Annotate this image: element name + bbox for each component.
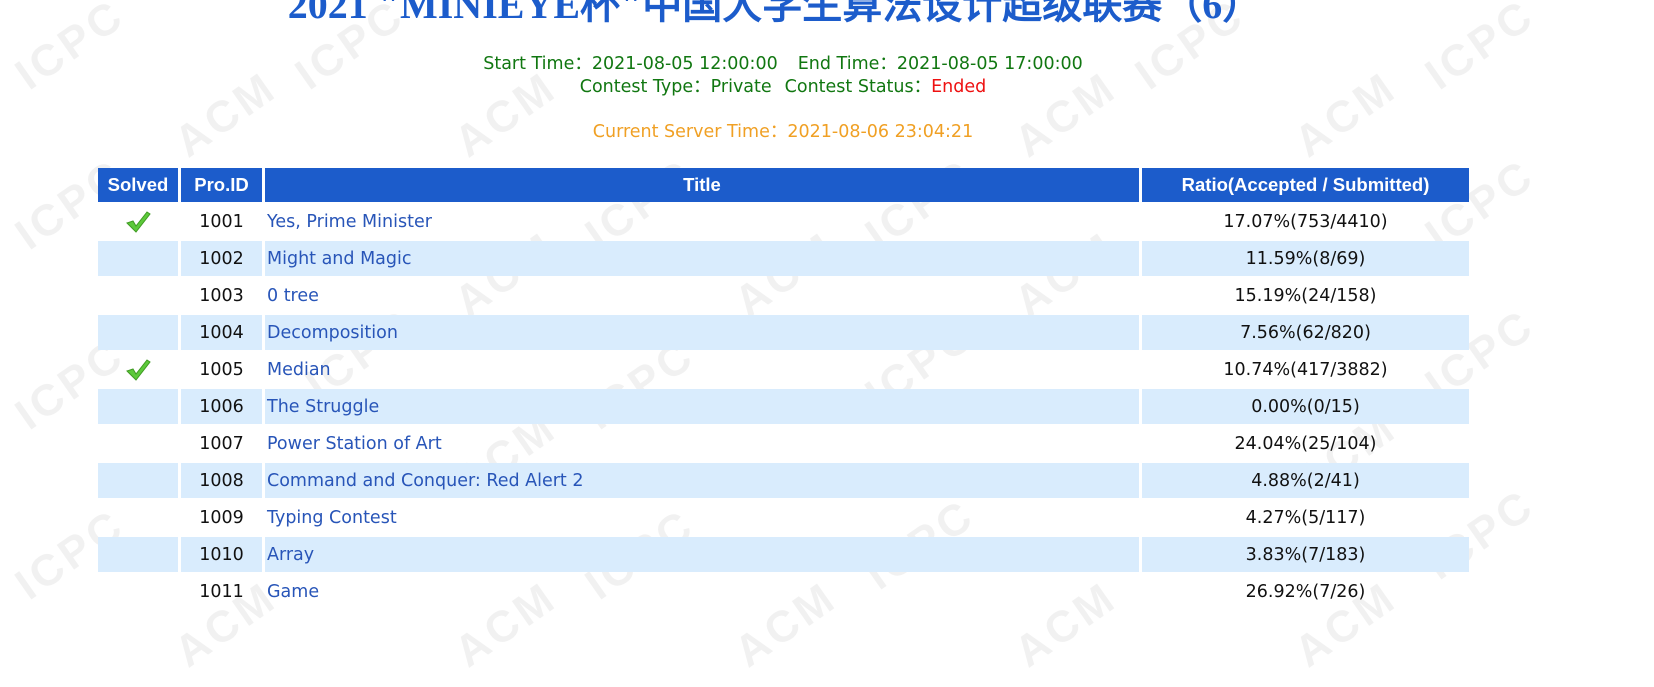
problem-ratio: 11.59%(8/69) bbox=[1142, 241, 1469, 276]
problem-title-link[interactable]: Decomposition bbox=[267, 323, 398, 343]
header-solved: Solved bbox=[98, 168, 178, 202]
contest-title: 2021 "MINIEYE杯"中国大学生算法设计超级联赛（6） bbox=[287, 0, 1263, 27]
header-ratio: Ratio(Accepted / Submitted) bbox=[1142, 168, 1469, 202]
problem-ratio: 26.92%(7/26) bbox=[1245, 581, 1366, 602]
problem-title-cell: 0 tree bbox=[265, 278, 1139, 313]
solved-cell bbox=[98, 574, 178, 609]
problem-title-link[interactable]: The Struggle bbox=[267, 397, 379, 417]
problem-id: 1006 bbox=[181, 389, 262, 424]
solved-cell bbox=[98, 537, 178, 572]
problem-ratio: 0.00%(0/15) bbox=[1142, 389, 1469, 424]
problem-ratio: 10.74%(417/3882) bbox=[1223, 359, 1388, 380]
problem-ratio: 7.56%(62/820) bbox=[1142, 315, 1469, 350]
table-row: 1010 Array 3.83%(7/183) bbox=[98, 537, 1469, 572]
problem-title-link[interactable]: Typing Contest bbox=[267, 508, 397, 528]
problem-title-link[interactable]: Yes, Prime Minister bbox=[267, 212, 432, 232]
table-row: 1002 Might and Magic 11.59%(8/69) bbox=[98, 241, 1469, 276]
problem-ratio: 15.19%(24/158) bbox=[1234, 285, 1377, 306]
table-row: 1008 Command and Conquer: Red Alert 2 4.88… bbox=[98, 463, 1469, 498]
problem-title-link[interactable]: Array bbox=[267, 545, 314, 565]
table-row: 1001 Yes, Prime Minister 17.07%(753/4410) bbox=[98, 204, 1469, 239]
contest-type-info: Contest Type：Private Contest Status：Ended bbox=[0, 73, 1566, 98]
contest-status-label: Contest Status： bbox=[784, 77, 932, 97]
table-row: 1004 Decomposition 7.56%(62/820) bbox=[98, 315, 1469, 350]
contest-type-label: Contest Type： bbox=[579, 77, 711, 97]
problem-ratio: 4.88%(2/41) bbox=[1142, 463, 1469, 498]
problem-id: 1005 bbox=[199, 359, 244, 380]
problem-title-link[interactable]: 0 tree bbox=[267, 286, 319, 306]
table-row: 1003 0 tree 15.19%(24/158) bbox=[98, 278, 1469, 313]
problem-title-cell: Typing Contest bbox=[265, 500, 1139, 535]
problem-title-cell: The Struggle bbox=[265, 389, 1139, 424]
solved-cell bbox=[98, 463, 178, 498]
problem-id: 1003 bbox=[199, 285, 244, 306]
contest-status-value: Ended bbox=[931, 77, 987, 97]
problem-title-link[interactable]: Command and Conquer: Red Alert 2 bbox=[267, 471, 584, 491]
problem-ratio: 17.07%(753/4410) bbox=[1223, 211, 1388, 232]
problem-ratio: 4.27%(5/117) bbox=[1245, 507, 1366, 528]
solved-cell bbox=[98, 500, 178, 535]
problem-id: 1009 bbox=[199, 507, 244, 528]
problem-table: Solved Pro.ID Title Ratio(Accepted / Sub… bbox=[95, 166, 1472, 611]
problem-ratio: 24.04%(25/104) bbox=[1234, 433, 1377, 454]
end-time-value: 2021-08-05 17:00:00 bbox=[896, 54, 1083, 74]
problem-title-cell: Game bbox=[265, 574, 1139, 609]
problem-id: 1008 bbox=[181, 463, 262, 498]
problem-title-link[interactable]: Median bbox=[267, 360, 331, 380]
table-row: 1005 Median 10.74%(417/3882) bbox=[98, 352, 1469, 387]
solved-cell bbox=[98, 426, 178, 461]
start-time-value: 2021-08-05 12:00:00 bbox=[591, 54, 778, 74]
server-time-label: Current Server Time： bbox=[592, 122, 788, 142]
problem-title-cell: Decomposition bbox=[265, 315, 1139, 350]
problem-title-cell: Yes, Prime Minister bbox=[265, 204, 1139, 239]
server-time-value: 2021-08-06 23:04:21 bbox=[787, 122, 974, 142]
table-row: 1006 The Struggle 0.00%(0/15) bbox=[98, 389, 1469, 424]
contest-time-info: Start Time：2021-08-05 12:00:00 End Time：2… bbox=[0, 50, 1566, 75]
green-check-icon bbox=[126, 358, 151, 381]
solved-cell bbox=[98, 389, 178, 424]
table-row: 1011 Game 26.92%(7/26) bbox=[98, 574, 1469, 609]
solved-cell bbox=[98, 278, 178, 313]
problem-id: 1011 bbox=[199, 581, 244, 602]
solved-cell bbox=[98, 352, 178, 387]
contest-type-value: Private bbox=[710, 77, 772, 97]
problem-id: 1004 bbox=[181, 315, 262, 350]
table-header-row: Solved Pro.ID Title Ratio(Accepted / Sub… bbox=[98, 168, 1469, 202]
problem-title-cell: Command and Conquer: Red Alert 2 bbox=[265, 463, 1139, 498]
server-time-info: Current Server Time：2021-08-06 23:04:21 bbox=[0, 118, 1566, 143]
solved-cell bbox=[98, 315, 178, 350]
solved-cell bbox=[98, 204, 178, 239]
problem-title-cell: Array bbox=[265, 537, 1139, 572]
problem-ratio: 3.83%(7/183) bbox=[1142, 537, 1469, 572]
start-time-label: Start Time： bbox=[483, 54, 592, 74]
end-time-label: End Time： bbox=[797, 54, 897, 74]
table-row: 1009 Typing Contest 4.27%(5/117) bbox=[98, 500, 1469, 535]
problem-title-cell: Might and Magic bbox=[265, 241, 1139, 276]
problem-title-link[interactable]: Power Station of Art bbox=[267, 434, 442, 454]
header-pro-id: Pro.ID bbox=[181, 168, 262, 202]
problem-title-link[interactable]: Game bbox=[267, 582, 319, 602]
table-row: 1007 Power Station of Art 24.04%(25/104) bbox=[98, 426, 1469, 461]
solved-cell bbox=[98, 241, 178, 276]
problem-id: 1002 bbox=[181, 241, 262, 276]
problem-title-cell: Median bbox=[265, 352, 1139, 387]
problem-title-cell: Power Station of Art bbox=[265, 426, 1139, 461]
header-title: Title bbox=[265, 168, 1139, 202]
problem-id: 1010 bbox=[181, 537, 262, 572]
problem-id: 1001 bbox=[199, 211, 244, 232]
green-check-icon bbox=[126, 210, 151, 233]
problem-id: 1007 bbox=[199, 433, 244, 454]
problem-title-link[interactable]: Might and Magic bbox=[267, 249, 412, 269]
